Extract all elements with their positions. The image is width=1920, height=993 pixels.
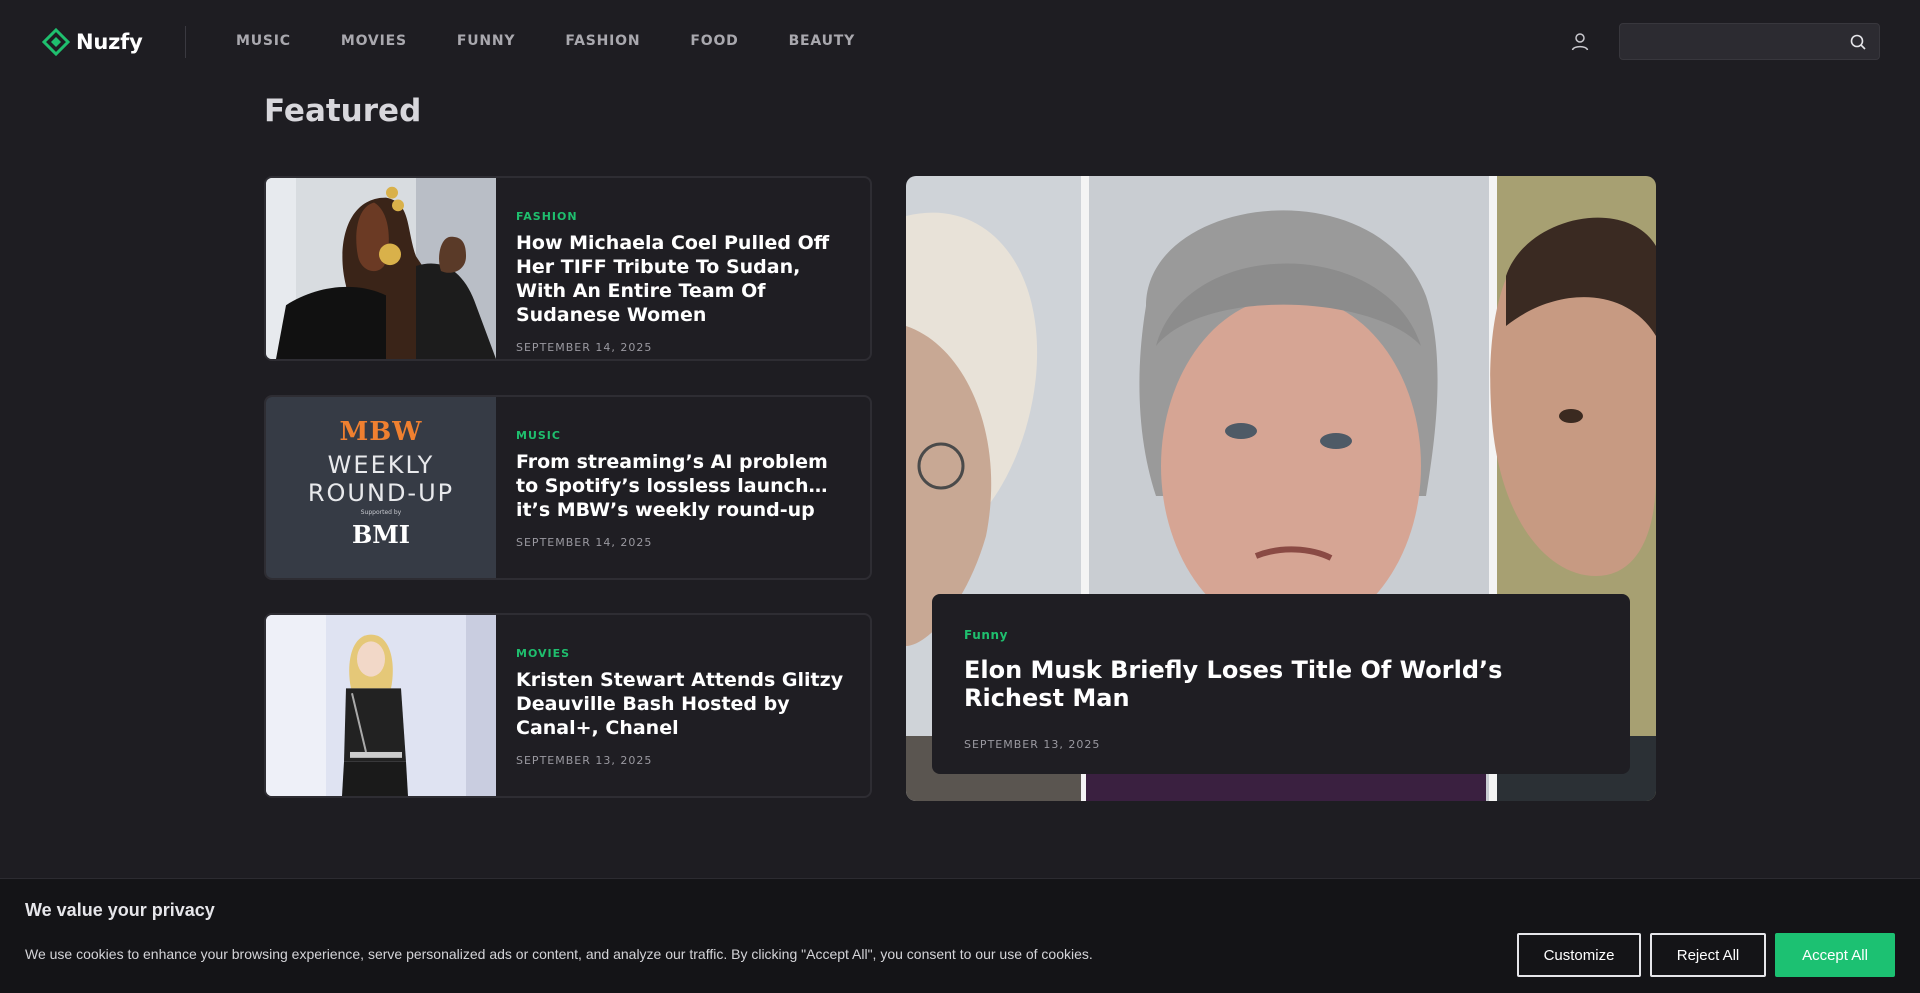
hero-article[interactable]: Funny Elon Musk Briefly Loses Title Of W… [906,176,1656,801]
main-nav: MUSIC MOVIES FUNNY FASHION FOOD BEAUTY [236,33,905,49]
card-date: SEPTEMBER 13, 2025 [516,754,653,767]
card-thumbnail-image [266,178,496,359]
nav-item-fashion[interactable]: FASHION [565,33,640,49]
reject-all-button[interactable]: Reject All [1650,933,1766,977]
nav-item-beauty[interactable]: BEAUTY [789,33,856,49]
card-date: SEPTEMBER 14, 2025 [516,341,653,354]
card-category[interactable]: MOVIES [516,647,852,660]
cookie-title: We value your privacy [25,900,215,920]
accept-all-button[interactable]: Accept All [1775,933,1895,977]
site-name: Nuzfy [76,30,143,54]
cookie-text: We use cookies to enhance your browsing … [25,946,1093,962]
search-icon[interactable] [1849,33,1867,51]
thumb-logo: MBW [339,417,423,447]
cookie-banner: We value your privacy We use cookies to … [0,878,1920,993]
hero-date: SEPTEMBER 13, 2025 [964,738,1101,751]
card-category[interactable]: FASHION [516,210,852,223]
header-divider [185,26,186,58]
featured-heading: Featured [264,93,422,129]
thumb-line-1: WEEKLY [327,451,435,479]
featured-card-music[interactable]: MBW WEEKLY ROUND-UP Supported by BMI MUS… [264,395,872,580]
card-body: MOVIES Kristen Stewart Attends Glitzy De… [516,615,852,767]
card-thumbnail-image [266,615,496,796]
thumb-line-2: ROUND-UP [307,479,455,507]
nav-item-funny[interactable]: FUNNY [457,33,516,49]
card-title[interactable]: How Michaela Coel Pulled Off Her TIFF Tr… [516,231,852,327]
card-body: MUSIC From streaming’s AI problem to Spo… [516,397,852,549]
hero-title[interactable]: Elon Musk Briefly Loses Title Of World’s… [964,656,1598,712]
card-title[interactable]: Kristen Stewart Attends Glitzy Deauville… [516,668,852,740]
hero-overlay: Funny Elon Musk Briefly Loses Title Of W… [932,594,1630,774]
card-thumbnail-image: MBW WEEKLY ROUND-UP Supported by BMI [266,397,496,578]
card-date: SEPTEMBER 14, 2025 [516,536,653,549]
search-box [1619,23,1880,60]
user-icon[interactable] [1569,31,1591,53]
card-body: FASHION How Michaela Coel Pulled Off Her… [516,178,852,354]
nav-item-movies[interactable]: MOVIES [341,33,407,49]
logo-icon [42,28,70,56]
nav-item-music[interactable]: MUSIC [236,33,291,49]
thumb-supported: Supported by [360,509,402,516]
thumb-sponsor: BMI [351,520,411,549]
featured-card-movies[interactable]: MOVIES Kristen Stewart Attends Glitzy De… [264,613,872,798]
customize-button[interactable]: Customize [1517,933,1641,977]
search-input[interactable] [1620,24,1840,59]
card-title[interactable]: From streaming’s AI problem to Spotify’s… [516,450,852,522]
site-logo[interactable]: Nuzfy [42,28,143,56]
card-category[interactable]: MUSIC [516,429,852,442]
nav-item-food[interactable]: FOOD [690,33,738,49]
site-header: Nuzfy MUSIC MOVIES FUNNY FASHION FOOD BE… [0,0,1920,84]
hero-category[interactable]: Funny [964,628,1598,642]
featured-card-fashion[interactable]: FASHION How Michaela Coel Pulled Off Her… [264,176,872,361]
